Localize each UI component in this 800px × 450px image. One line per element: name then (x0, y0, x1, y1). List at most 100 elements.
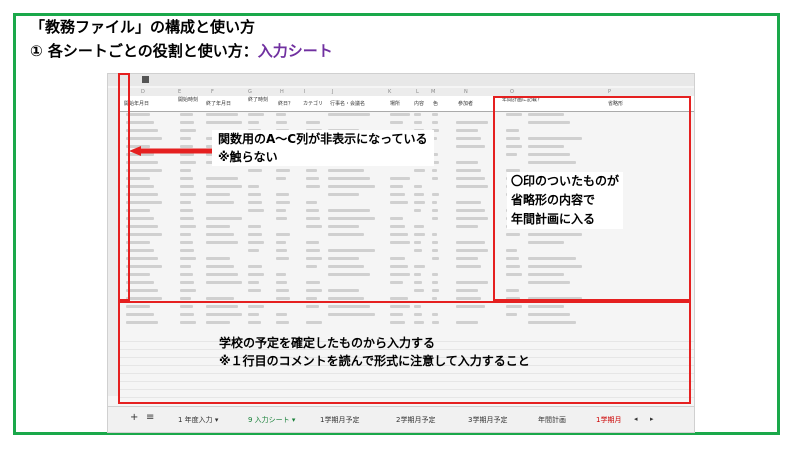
header-cell[interactable]: 場所 (390, 100, 400, 107)
blurred-cell (390, 217, 404, 220)
blurred-cell (390, 297, 408, 300)
header-cell[interactable]: カテゴリ (303, 100, 323, 107)
blurred-cell (276, 201, 291, 204)
blurred-cell (390, 265, 408, 268)
blurred-cell (456, 161, 478, 164)
tab-term2[interactable]: 2学期月予定 (396, 415, 435, 425)
tab-term1-partial[interactable]: 1学期月 (596, 415, 621, 425)
blurred-cell (180, 241, 193, 244)
header-cell[interactable]: 参加者 (458, 100, 473, 107)
blurred-cell (328, 169, 365, 172)
hidden-columns-highlight (118, 73, 130, 301)
tab-input-sheet[interactable]: 9 入力シート ▾ (242, 415, 295, 425)
blurred-cell (180, 225, 197, 228)
blurred-cell (414, 281, 423, 284)
header-cell[interactable]: 行事名・会議名 (330, 100, 365, 107)
subtitle-prefix: ① 各シートごとの役割と使い方： (30, 42, 258, 60)
hidden-columns-callout: 関数用のA〜C列が非表示になっている ※触らない (212, 130, 434, 166)
blurred-cell (306, 289, 323, 292)
header-cell[interactable]: 内容 (414, 100, 424, 107)
blurred-cell (248, 265, 263, 268)
blurred-cell (248, 281, 259, 284)
blurred-cell (180, 129, 197, 132)
blurred-cell (456, 129, 478, 132)
blurred-cell (126, 169, 162, 172)
blurred-cell (276, 113, 286, 116)
col-letter: I (304, 89, 306, 95)
blurred-cell (328, 177, 370, 180)
blurred-cell (306, 249, 321, 252)
blurred-cell (432, 209, 438, 212)
blurred-cell (276, 289, 289, 292)
blurred-cell (456, 241, 485, 244)
blurred-cell (180, 185, 195, 188)
blurred-cell (306, 257, 323, 260)
blurred-cell (306, 297, 317, 300)
blurred-cell (206, 225, 230, 228)
blurred-cell (328, 113, 370, 116)
blurred-cell (180, 233, 191, 236)
all-sheets-button[interactable]: ≡ (146, 412, 154, 423)
blurred-cell (248, 225, 261, 228)
tab-year-input[interactable]: 1 年度入力 ▾ (172, 415, 218, 425)
blurred-cell (276, 297, 291, 300)
blurred-cell (328, 297, 365, 300)
blurred-cell (456, 201, 482, 204)
blurred-cell (206, 113, 238, 116)
header-cell[interactable]: 終了年月日 (206, 100, 231, 107)
blurred-cell (248, 249, 259, 252)
blurred-cell (180, 137, 191, 140)
blurred-cell (206, 257, 230, 260)
header-cell[interactable]: 開始時刻 (178, 97, 198, 103)
blurred-cell (432, 273, 438, 276)
blurred-cell (456, 297, 482, 300)
blurred-cell (206, 217, 242, 220)
blurred-cell (248, 169, 263, 172)
blurred-cell (414, 185, 423, 188)
tab-scroll-left-icon[interactable]: ◂ (634, 415, 638, 423)
blurred-cell (248, 273, 265, 276)
blurred-cell (126, 233, 162, 236)
input-instructions-callout: 学校の予定を確定したものから入力する ※１行目のコメントを読んで形式に注意して入… (219, 334, 530, 370)
blurred-cell (276, 249, 288, 252)
col-letter: J (332, 89, 334, 95)
blurred-cell (432, 113, 438, 116)
col-letter: O (510, 89, 514, 95)
blurred-cell (328, 193, 360, 196)
blurred-cell (248, 201, 263, 204)
blurred-cell (414, 209, 422, 212)
left-arrow-icon (129, 146, 216, 156)
blurred-cell (432, 241, 438, 244)
blurred-cell (306, 201, 317, 204)
header-cell[interactable]: 終日？ (278, 100, 293, 107)
blurred-cell (390, 241, 410, 244)
blurred-cell (206, 121, 242, 124)
header-cell[interactable]: 色 (433, 100, 438, 107)
blurred-cell (328, 273, 370, 276)
blurred-cell (432, 201, 437, 204)
blurred-cell (126, 161, 158, 164)
blurred-cell (180, 249, 195, 252)
col-letter: K (388, 89, 392, 95)
blurred-cell (328, 289, 360, 292)
blurred-cell (306, 241, 319, 244)
blurred-cell (432, 193, 440, 196)
blurred-cell (456, 281, 489, 284)
blurred-cell (126, 297, 162, 300)
header-cell[interactable]: 終了時刻 (248, 97, 268, 103)
tab-term1[interactable]: 1学期月予定 (320, 415, 359, 425)
blurred-cell (456, 265, 482, 268)
tab-scroll-right-icon[interactable]: ▸ (650, 415, 654, 423)
tab-annual-plan[interactable]: 年間計画 (538, 415, 566, 425)
blurred-cell (414, 233, 425, 236)
blurred-cell (180, 265, 191, 268)
blurred-cell (390, 185, 404, 188)
tab-term3[interactable]: 3学期月予定 (468, 415, 507, 425)
col-letter: H (280, 89, 284, 95)
blurred-cell (248, 289, 261, 292)
blurred-cell (306, 121, 321, 124)
blurred-cell (456, 185, 489, 188)
blurred-cell (206, 241, 238, 244)
add-sheet-button[interactable]: + (130, 412, 138, 423)
blurred-cell (328, 265, 365, 268)
